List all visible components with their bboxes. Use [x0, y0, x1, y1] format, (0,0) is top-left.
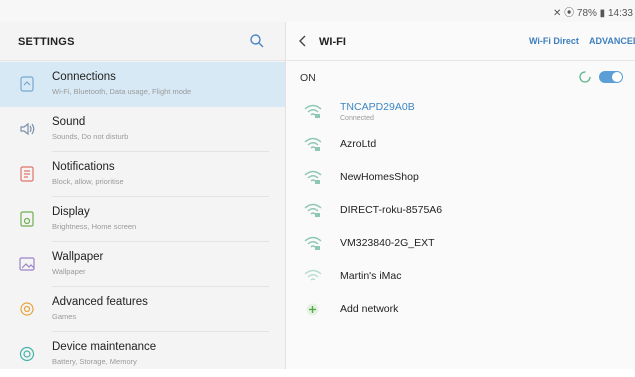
network-item[interactable]: Martin's iMac: [286, 261, 635, 293]
network-item[interactable]: AzroLtd: [286, 129, 635, 161]
sidebar-item-sub: Games: [52, 312, 77, 321]
sidebar-item-advanced-features[interactable]: Advanced features Games: [0, 287, 285, 332]
network-item[interactable]: TNCAPD29A0B Connected: [286, 96, 635, 128]
sound-icon: [20, 122, 35, 136]
status-text: ✕ ⦿ 78% ▮ 14:33: [552, 8, 633, 19]
sidebar-item-sub: Wi-Fi, Bluetooth, Data usage, Flight mod…: [52, 87, 192, 96]
sidebar-item-label: Display: [52, 206, 90, 218]
sidebar-item-device-maintenance[interactable]: Device maintenance Battery, Storage, Mem…: [0, 332, 285, 377]
network-name: TNCAPD29A0B: [340, 101, 415, 113]
sidebar-item-label: Advanced features: [52, 296, 148, 308]
add-network-label: Add network: [340, 303, 399, 315]
sidebar-item-sound[interactable]: Sound Sounds, Do not disturb: [0, 107, 285, 152]
wifi-toggle-row[interactable]: ON: [286, 62, 635, 94]
wifi-pane: WI-FI Wi-Fi Direct ADVANCED ON TNCAPD29A…: [286, 22, 635, 369]
settings-header: SETTINGS: [0, 22, 285, 61]
sidebar-item-sub: Brightness, Home screen: [52, 222, 137, 231]
on-label: ON: [300, 72, 316, 84]
display-icon: [20, 211, 34, 227]
sidebar-item-connections[interactable]: Connections Wi-Fi, Bluetooth, Data usage…: [0, 62, 285, 107]
sidebar-item-label: Sound: [52, 116, 86, 128]
notifications-icon: [20, 166, 34, 182]
wifi-toggle[interactable]: [599, 71, 623, 83]
wifi-open-icon: [304, 269, 322, 281]
settings-pane: SETTINGS Connections Wi-Fi, Bluetooth, D…: [0, 22, 286, 369]
network-name: AzroLtd: [340, 138, 377, 150]
sidebar-item-sub: Wallpaper: [52, 267, 86, 276]
back-icon[interactable]: [296, 34, 310, 48]
connections-icon: [20, 76, 34, 92]
scanning-icon: [579, 71, 591, 83]
advanced-features-icon: [20, 302, 34, 316]
wifi-secured-icon: [304, 170, 322, 184]
sidebar-item-display[interactable]: Display Brightness, Home screen: [0, 197, 285, 242]
sidebar-item-notifications[interactable]: Notifications Block, allow, prioritise: [0, 152, 285, 197]
sidebar-item-label: Device maintenance: [52, 341, 157, 353]
network-name: NewHomesShop: [340, 171, 419, 183]
sidebar-item-label: Connections: [52, 71, 116, 83]
add-network-item[interactable]: Add network: [286, 294, 635, 326]
toggle-knob: [612, 72, 622, 82]
network-status: Connected: [340, 115, 374, 122]
settings-title: SETTINGS: [18, 36, 75, 48]
wifi-secured-icon: [304, 137, 322, 151]
page-title: WI-FI: [319, 36, 346, 48]
network-name: VM323840-2G_EXT: [340, 237, 435, 249]
network-item[interactable]: DIRECT-roku-8575A6: [286, 195, 635, 227]
sidebar-item-wallpaper[interactable]: Wallpaper Wallpaper: [0, 242, 285, 287]
wifi-direct-button[interactable]: Wi-Fi Direct: [529, 36, 579, 46]
add-icon: [306, 303, 319, 316]
network-item[interactable]: VM323840-2G_EXT: [286, 228, 635, 260]
wallpaper-icon: [19, 257, 35, 271]
wifi-secured-icon: [304, 104, 322, 118]
wifi-header: WI-FI Wi-Fi Direct ADVANCED: [286, 22, 635, 61]
status-bar: ✕ ⦿ 78% ▮ 14:33: [0, 0, 635, 22]
sidebar-item-label: Wallpaper: [52, 251, 104, 263]
wifi-secured-icon: [304, 203, 322, 217]
advanced-button[interactable]: ADVANCED: [589, 36, 635, 46]
wifi-secured-icon: [304, 236, 322, 250]
sidebar-item-label: Notifications: [52, 161, 115, 173]
network-item[interactable]: NewHomesShop: [286, 162, 635, 194]
sidebar-item-sub: Block, allow, prioritise: [52, 177, 124, 186]
sidebar-item-sub: Battery, Storage, Memory: [52, 357, 137, 366]
network-name: Martin's iMac: [340, 270, 402, 282]
search-icon[interactable]: [249, 33, 265, 49]
sidebar-item-sub: Sounds, Do not disturb: [52, 132, 129, 141]
device-maintenance-icon: [19, 346, 35, 362]
network-name: DIRECT-roku-8575A6: [340, 204, 443, 216]
